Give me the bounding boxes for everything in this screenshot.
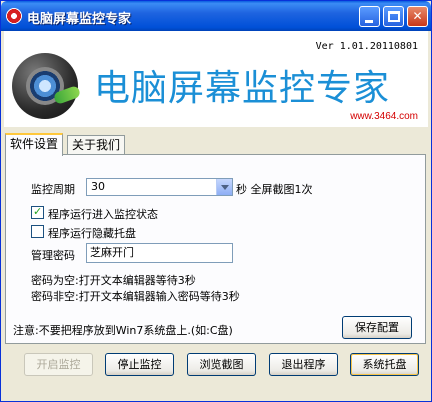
window-title: 电脑屏幕监控专家	[27, 12, 132, 27]
app-window: 电脑屏幕监控专家 ✕ Ver 1.01.20110801 电脑屏幕监控专家 ww…	[0, 0, 432, 402]
close-icon: ✕	[412, 9, 423, 23]
stop-monitor-button[interactable]: 停止监控	[105, 353, 174, 376]
app-icon	[6, 8, 22, 24]
system-tray-button[interactable]: 系统托盘	[350, 353, 419, 376]
exit-program-button[interactable]: 退出程序	[269, 353, 338, 376]
hide-tray-label[interactable]: 程序运行隐藏托盘	[48, 225, 136, 241]
minimize-icon	[365, 20, 373, 23]
brand-title: 电脑屏幕监控专家	[94, 68, 391, 109]
auto-monitor-label[interactable]: 程序运行进入监控状态	[48, 206, 158, 222]
maximize-icon	[388, 11, 400, 22]
password-field[interactable]: 芝麻开门	[86, 243, 233, 263]
minimize-button[interactable]	[359, 6, 380, 27]
version-label: Ver 1.01.20110801	[315, 41, 418, 52]
chevron-down-icon[interactable]	[216, 179, 232, 195]
interval-select[interactable]: 30	[86, 178, 233, 196]
tab-about-us[interactable]: 关于我们	[67, 135, 126, 155]
browse-screenshots-button[interactable]: 浏览截图	[187, 353, 256, 376]
start-monitor-button[interactable]: 开启监控	[24, 353, 93, 376]
interval-value: 30	[91, 180, 105, 193]
save-config-button[interactable]: 保存配置	[342, 316, 412, 339]
hint-line-1: 密码为空:打开文本编辑器等待3秒	[31, 274, 196, 287]
client-area: Ver 1.01.20110801 电脑屏幕监控专家 www.3464.com …	[4, 31, 428, 399]
auto-monitor-checkbox[interactable]	[31, 205, 44, 219]
title-bar[interactable]: 电脑屏幕监控专家 ✕	[1, 1, 431, 31]
interval-label: 监控周期	[31, 183, 75, 196]
maximize-button[interactable]	[383, 6, 404, 27]
hide-tray-checkbox[interactable]	[31, 225, 44, 238]
website-link[interactable]: www.3464.com	[350, 111, 418, 122]
settings-panel: 监控周期 30 秒 全屏截图1次 程序运行进入监控状态 程序运行隐藏托盘 管理密…	[5, 154, 426, 344]
hint-line-2: 密码非空:打开文本编辑器输入密码等待3秒	[31, 290, 240, 303]
tab-software-settings[interactable]: 软件设置	[5, 133, 64, 156]
banner: Ver 1.01.20110801 电脑屏幕监控专家 www.3464.com	[4, 31, 428, 127]
camera-lens-icon	[12, 53, 82, 119]
close-button[interactable]: ✕	[407, 6, 428, 27]
note-text: 注意:不要把程序放到Win7系统盘上.(如:C盘)	[13, 324, 233, 337]
interval-suffix: 秒 全屏截图1次	[236, 183, 313, 196]
password-label: 管理密码	[31, 249, 75, 262]
